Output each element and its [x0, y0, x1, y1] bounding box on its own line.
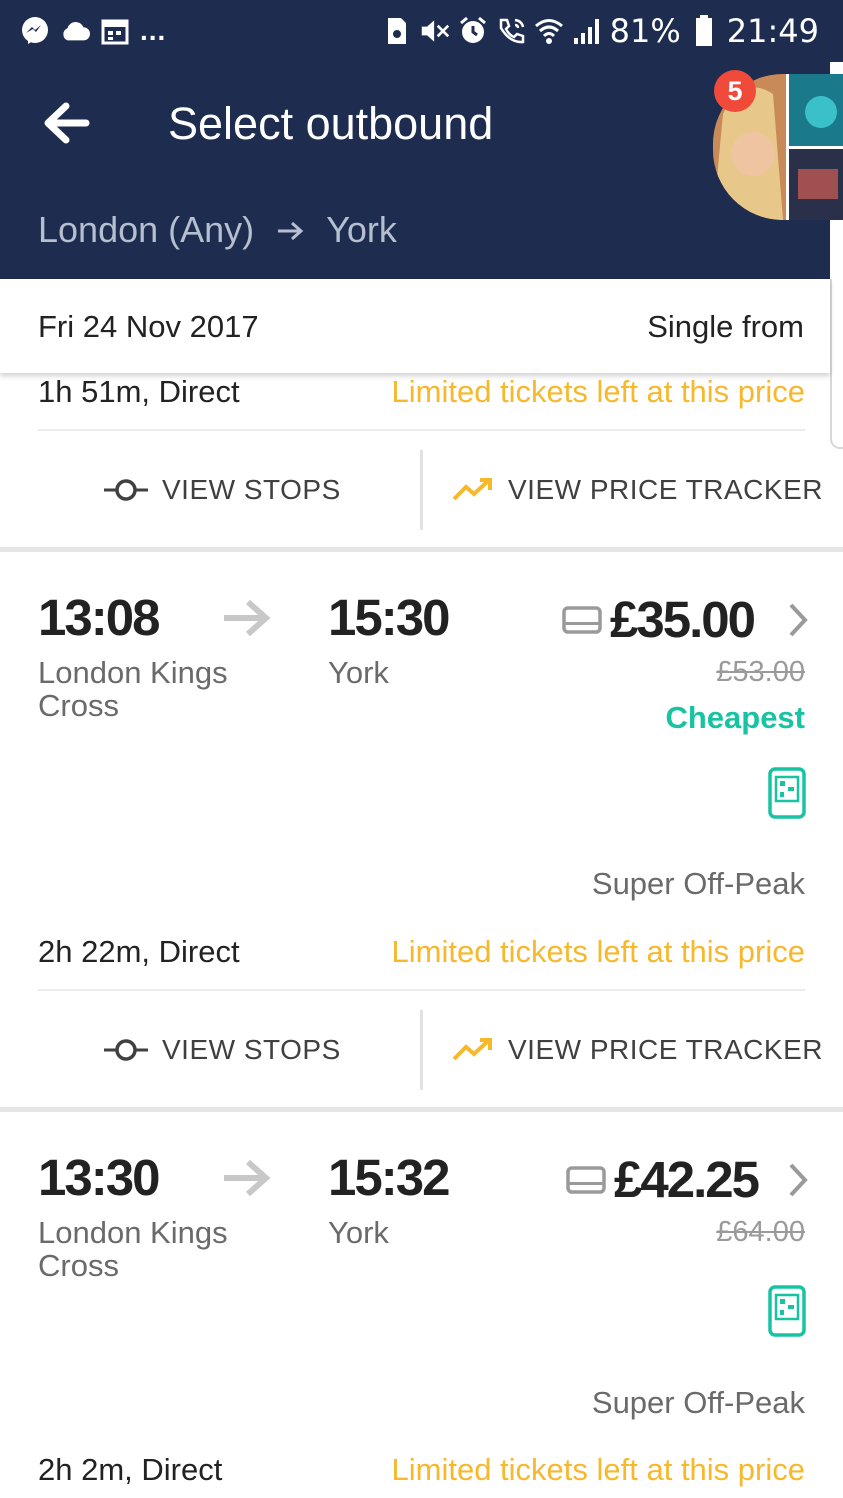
arrival-station: York — [328, 1215, 389, 1250]
origin-station: London (Any) — [38, 209, 255, 250]
route-arrow-icon — [276, 208, 304, 252]
journey-duration: 2h 22m, Direct — [38, 934, 240, 969]
page-title: Select outbound — [168, 98, 494, 149]
scroll-edge — [830, 279, 843, 449]
stops-icon — [104, 479, 148, 501]
status-bar-right: 81% 21:49 — [382, 10, 819, 52]
action-divider — [420, 1010, 423, 1090]
view-stops-button[interactable]: VIEW STOPS — [104, 1034, 341, 1066]
single-from-label: Single from — [647, 309, 804, 344]
wifi-call-icon — [496, 16, 526, 46]
battery-icon — [689, 15, 719, 46]
ticket-type-icon — [566, 1166, 606, 1194]
fare-type: Super Off-Peak — [591, 1385, 805, 1420]
view-stops-label: VIEW STOPS — [162, 1034, 341, 1065]
trending-up-icon — [452, 478, 492, 501]
messenger-icon — [20, 16, 50, 46]
limited-tickets-warning: Limited tickets left at this price — [391, 1452, 806, 1487]
calendar-icon — [100, 16, 130, 46]
cloud-icon — [60, 16, 90, 46]
original-price: £53.00 — [716, 656, 805, 688]
limited-tickets-warning: Limited tickets left at this price — [391, 374, 806, 409]
app-header: Select outbound London (Any) York — [0, 62, 830, 279]
card-separator — [0, 547, 843, 552]
ticket-price: £35.00 — [610, 591, 756, 648]
divider — [38, 989, 805, 991]
departure-station: London Kings Cross — [38, 655, 228, 723]
view-price-tracker-button[interactable]: VIEW PRICE TRACKER — [452, 1034, 823, 1066]
view-price-tracker-label: VIEW PRICE TRACKER — [508, 1034, 823, 1065]
divider — [38, 429, 805, 431]
view-stops-button[interactable]: VIEW STOPS — [104, 474, 341, 506]
mobile-ticket-icon — [768, 767, 806, 819]
wifi-icon — [534, 16, 564, 46]
card-separator — [0, 1107, 843, 1112]
status-bar-left: ... — [20, 14, 166, 48]
departure-station: London Kings Cross — [38, 1215, 228, 1283]
sim-icon — [382, 16, 412, 46]
chevron-right-icon — [789, 1163, 808, 1197]
limited-tickets-warning: Limited tickets left at this price — [391, 934, 806, 969]
trending-up-icon — [452, 1038, 492, 1061]
clock: 21:49 — [726, 12, 819, 50]
ticket-type-icon — [562, 606, 602, 634]
notification-badge[interactable]: 5 — [714, 70, 756, 112]
cheapest-tag: Cheapest — [665, 700, 805, 735]
alarm-icon — [458, 16, 488, 46]
journey-arrow-icon — [224, 1159, 271, 1197]
view-price-tracker-label: VIEW PRICE TRACKER — [508, 474, 823, 505]
departure-time: 13:30 — [38, 1149, 160, 1206]
mute-icon — [420, 16, 450, 46]
back-arrow-icon — [44, 102, 90, 144]
back-button[interactable] — [42, 102, 92, 144]
chevron-right-icon — [789, 603, 808, 637]
original-price: £64.00 — [716, 1216, 805, 1248]
ticket-price: £42.25 — [614, 1151, 760, 1208]
arrival-time: 15:30 — [328, 589, 450, 646]
destination-station: York — [326, 209, 397, 250]
mobile-ticket-icon — [768, 1285, 806, 1337]
route-summary: London (Any) York — [38, 208, 397, 252]
stops-icon — [104, 1039, 148, 1061]
journey-duration: 2h 2m, Direct — [38, 1452, 223, 1487]
action-divider — [420, 450, 423, 530]
signal-icon — [572, 16, 602, 46]
journey-arrow-icon — [224, 599, 271, 637]
arrival-station: York — [328, 655, 389, 690]
travel-date[interactable]: Fri 24 Nov 2017 — [38, 309, 259, 345]
more-notifications: ... — [140, 15, 167, 46]
journey-duration: 1h 51m, Direct — [38, 374, 240, 409]
arrival-time: 15:32 — [328, 1149, 450, 1206]
view-price-tracker-button[interactable]: VIEW PRICE TRACKER — [452, 474, 823, 506]
view-stops-label: VIEW STOPS — [162, 474, 341, 505]
fare-type: Super Off-Peak — [591, 866, 805, 901]
battery-percentage: 81% — [609, 12, 681, 50]
departure-time: 13:08 — [38, 589, 160, 646]
status-bar: ... 81% 21:49 — [0, 0, 843, 62]
date-bar: Fri 24 Nov 2017 Single from — [0, 279, 830, 373]
